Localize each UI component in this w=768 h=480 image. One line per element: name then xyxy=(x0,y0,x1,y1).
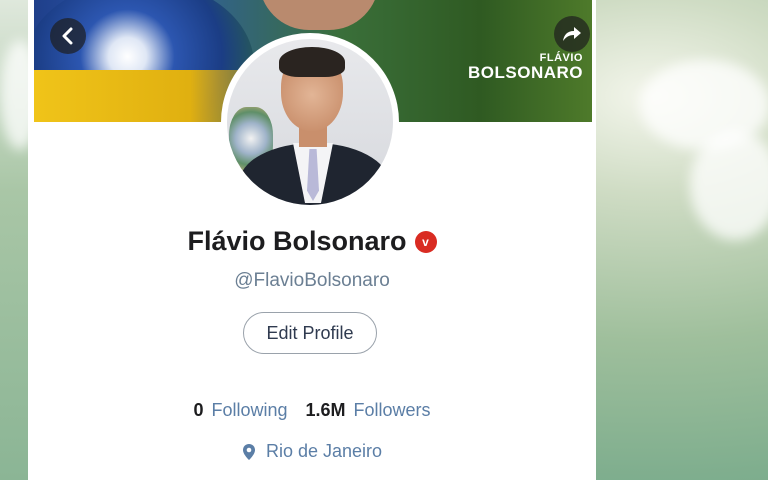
chevron-left-icon xyxy=(62,27,73,45)
followers-label: Followers xyxy=(353,400,431,420)
avatar-photo xyxy=(227,39,393,205)
following-label: Following xyxy=(211,400,288,420)
follow-stats: 0 Following 1.6M Followers xyxy=(28,400,596,421)
display-name-row: Flávio Bolsonaro v xyxy=(28,226,596,257)
profile-card: FLÁVIO BOLSONARO Flávio Bolsonaro v @Fla… xyxy=(28,0,596,480)
share-arrow-icon xyxy=(563,27,581,41)
share-button[interactable] xyxy=(554,16,590,52)
background-petal xyxy=(690,130,768,240)
location-row: Rio de Janeiro xyxy=(28,441,596,462)
following-stat[interactable]: 0 Following xyxy=(193,400,287,421)
edit-profile-button[interactable]: Edit Profile xyxy=(243,312,377,354)
verified-badge-icon: v xyxy=(414,230,437,253)
following-count: 0 xyxy=(193,400,204,420)
display-name: Flávio Bolsonaro xyxy=(187,226,407,256)
followers-stat[interactable]: 1.6M Followers xyxy=(306,400,431,421)
avatar-hair xyxy=(279,47,345,77)
avatar[interactable] xyxy=(221,33,399,211)
banner-portrait xyxy=(259,0,379,30)
brand-line-2: BOLSONARO xyxy=(468,63,583,82)
banner-brand-text: FLÁVIO BOLSONARO xyxy=(468,53,583,82)
followers-count: 1.6M xyxy=(305,400,346,420)
back-button[interactable] xyxy=(50,18,86,54)
location-text: Rio de Janeiro xyxy=(265,441,383,461)
location-pin-icon xyxy=(242,443,255,460)
username-handle: @FlavioBolsonaro xyxy=(234,270,390,291)
